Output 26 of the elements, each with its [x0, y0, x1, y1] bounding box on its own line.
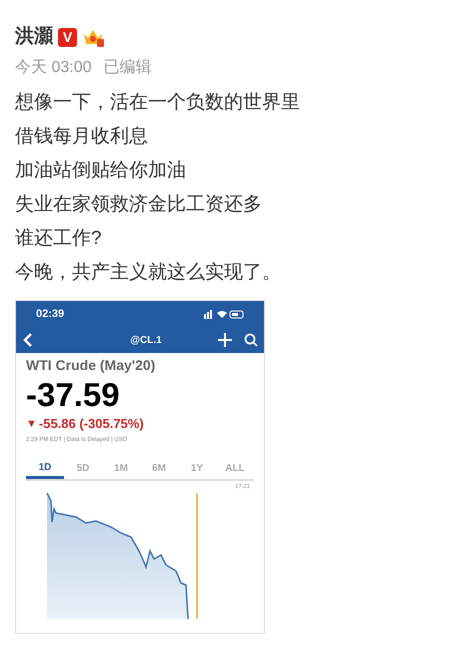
post-text-line: 借钱每月收利息: [15, 126, 148, 147]
post-text-line: 想像一下，活在一个负数的世界里: [15, 92, 300, 113]
verified-badge: V: [58, 28, 77, 46]
search-icon[interactable]: [244, 333, 258, 347]
down-arrow-icon: ▼: [26, 416, 37, 432]
post-time: 今天 03:00: [15, 58, 92, 78]
price-change: -55.86 (-305.75%): [38, 415, 144, 433]
price-value: -37.59: [26, 376, 121, 414]
nav-title: @CL.1: [130, 334, 162, 348]
range-tab[interactable]: 1D: [26, 458, 64, 478]
post-text-line: 失业在家领救济金比工资还多: [15, 194, 262, 215]
range-tab[interactable]: 1M: [102, 458, 140, 478]
status-icons: [204, 309, 244, 319]
edited-label: 已编辑: [103, 58, 152, 78]
post-text-line: 谁还工作?: [15, 228, 102, 249]
author-name[interactable]: 洪灝: [15, 22, 53, 52]
range-tab[interactable]: 1Y: [178, 458, 216, 478]
range-tab[interactable]: 5D: [64, 458, 102, 478]
status-time: 02:39: [36, 306, 64, 322]
instrument-name: WTI Crude (May'20): [26, 356, 156, 375]
plus-icon[interactable]: [218, 333, 232, 347]
post-text-line: 今晚，共产主义就这么实现了。: [15, 262, 281, 283]
range-tab[interactable]: 6M: [140, 458, 178, 478]
range-tab[interactable]: ALL: [216, 458, 254, 478]
post-text-line: 加油站倒贴给你加油: [15, 160, 186, 181]
back-icon[interactable]: [22, 333, 34, 347]
